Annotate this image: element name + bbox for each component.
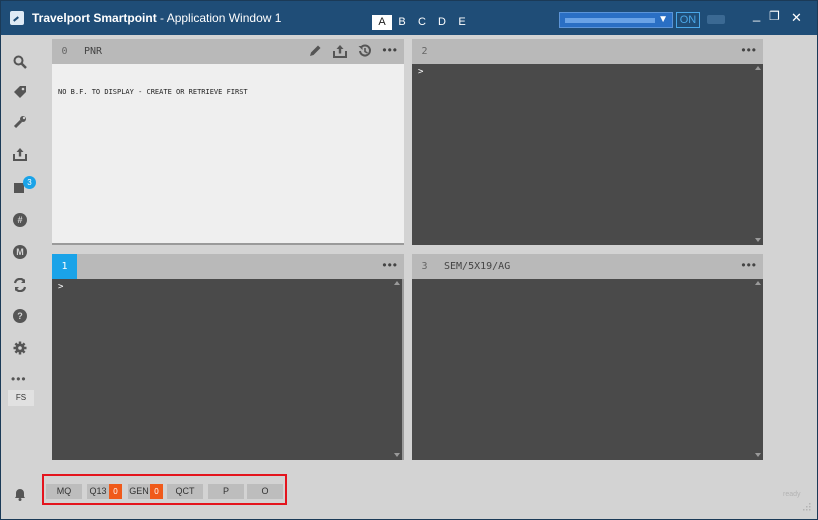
scrollbar[interactable] [752,279,763,460]
panel-menu-button[interactable]: ••• [741,44,757,56]
minimize-button[interactable]: _ [753,7,760,22]
queue-bar: MQ Q13 0 GEN 0 QCT P O [42,474,287,505]
resize-grip-icon[interactable] [801,501,811,511]
panel-menu-button[interactable]: ••• [741,259,757,271]
panel-3-terminal[interactable] [412,279,763,460]
panel-3-header: 3 SEM/5X19/AG ••• [412,254,763,279]
hash-icon[interactable]: # [13,213,27,227]
restore-button[interactable]: ❐ [769,9,780,23]
o-button[interactable]: O [247,484,283,499]
help-icon[interactable]: ? [13,309,27,323]
panel-label: PNR [84,46,103,57]
host-select-dropdown[interactable]: ▼ [559,12,673,28]
redacted-user [707,15,725,24]
notification-badge: 3 [23,176,36,189]
bell-icon[interactable] [13,487,27,501]
panel-0-pnr: 0 PNR ••• NO B.F. TO DISPLAY - CREATE OR… [52,39,404,245]
scrollbar[interactable] [752,64,763,245]
q13-count-badge: 0 [109,484,122,499]
panel-0-content[interactable]: NO B.F. TO DISPLAY - CREATE OR RETRIEVE … [52,64,404,245]
upload-icon[interactable] [13,147,27,161]
redacted-host-value [565,18,655,23]
panel-2-header: 2 ••• [412,39,763,64]
search-icon[interactable] [13,55,27,69]
panel-number[interactable]: 0 [52,39,77,64]
wrench-icon[interactable] [13,115,27,129]
gen-button[interactable]: GEN [128,484,150,499]
scroll-up-arrow-icon[interactable] [755,281,761,285]
sidebar: 3 # M ? ••• FS [1,35,39,519]
panel-2: 2 ••• > [412,39,763,245]
status-text: ready [783,491,801,498]
m-icon[interactable]: M [13,245,27,259]
panel-2-terminal[interactable]: > [412,64,763,245]
panel-1: 1 ••• > [52,254,404,460]
panel-menu-button[interactable]: ••• [382,259,398,271]
area-tab-e[interactable]: E [452,15,472,30]
history-icon[interactable] [358,44,372,58]
pnr-message: NO B.F. TO DISPLAY - CREATE OR RETRIEVE … [58,88,248,96]
title-rest: - Application Window 1 [156,11,282,25]
close-button[interactable]: ✕ [791,10,802,26]
fs-button[interactable]: FS [8,390,34,406]
scroll-down-arrow-icon[interactable] [394,453,400,457]
area-tabs: A B C D E [372,15,472,30]
area-tab-c[interactable]: C [412,15,432,30]
scrollbar[interactable] [391,279,402,460]
scroll-up-arrow-icon[interactable] [394,281,400,285]
upload-icon[interactable] [333,44,347,58]
area-tab-d[interactable]: D [432,15,452,30]
area-tab-a[interactable]: A [372,15,392,30]
panel-label: SEM/5X19/AG [444,261,511,272]
more-tools-button[interactable]: ••• [11,372,27,386]
q13-button[interactable]: Q13 [87,484,109,499]
panel-menu-button[interactable]: ••• [382,44,398,56]
p-button[interactable]: P [208,484,244,499]
terminal-prompt: > [418,67,424,77]
gear-icon[interactable] [13,341,27,355]
panel-1-terminal[interactable]: > [52,279,404,460]
qct-button[interactable]: QCT [167,484,203,499]
scroll-down-arrow-icon[interactable] [755,238,761,242]
gen-count-badge: 0 [150,484,163,499]
refresh-arrows-icon[interactable] [13,278,27,292]
panel-0-header: 0 PNR ••• [52,39,404,64]
mq-button[interactable]: MQ [46,484,82,499]
terminal-prompt: > [58,282,64,292]
application-window: Travelport Smartpoint - Application Wind… [0,0,818,520]
title-bar: Travelport Smartpoint - Application Wind… [1,1,817,35]
panel-3: 3 SEM/5X19/AG ••• [412,254,763,460]
title-brand: Travelport Smartpoint [32,11,157,25]
app-icon [10,11,24,25]
panel-1-header: 1 ••• [52,254,404,279]
online-status-toggle[interactable]: ON [676,12,700,28]
scroll-up-arrow-icon[interactable] [755,66,761,70]
panel-number[interactable]: 2 [412,39,437,64]
tag-icon[interactable] [13,85,27,99]
scroll-down-arrow-icon[interactable] [755,453,761,457]
area-tab-b[interactable]: B [392,15,412,30]
window-title: Travelport Smartpoint - Application Wind… [32,11,281,25]
chevron-down-icon: ▼ [658,14,668,25]
panel-number[interactable]: 3 [412,254,437,279]
panel-number[interactable]: 1 [52,254,77,279]
pencil-icon[interactable] [308,44,322,58]
